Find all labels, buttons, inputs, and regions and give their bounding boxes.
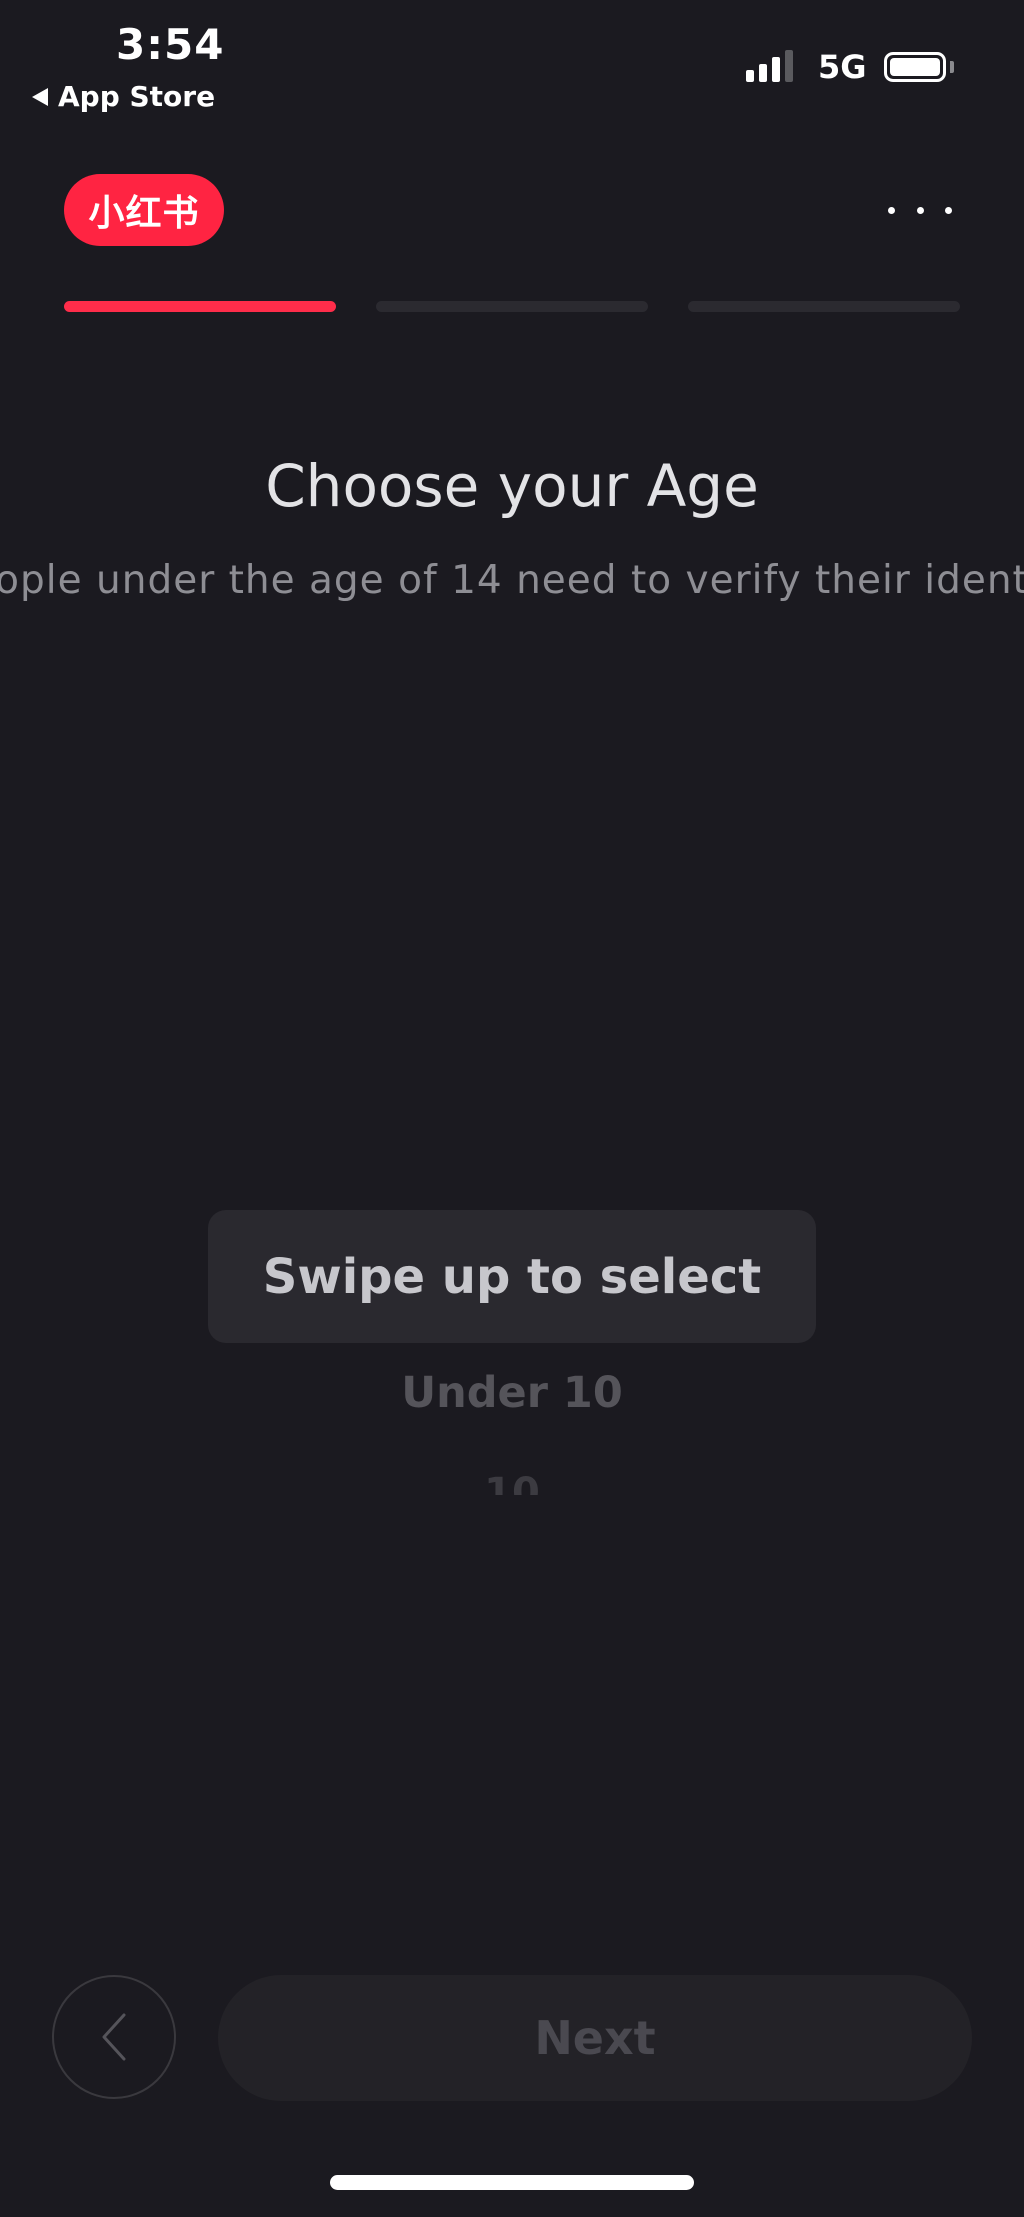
- back-app-label: App Store: [58, 80, 216, 113]
- cellular-signal-icon: [746, 50, 793, 82]
- page-subtitle: ople under the age of 14 need to verify …: [0, 558, 1024, 603]
- age-picker-option-wrapper: 10: [0, 1465, 1024, 1495]
- more-options-icon[interactable]: [888, 196, 952, 224]
- progress-step-1: [64, 301, 336, 312]
- back-to-app-store[interactable]: App Store: [32, 80, 215, 113]
- page-title: Choose your Age: [265, 452, 759, 520]
- age-picker-option[interactable]: Under 10: [0, 1368, 1024, 1418]
- back-button[interactable]: [52, 1975, 176, 2099]
- battery-cap: [950, 61, 954, 73]
- age-picker-selected[interactable]: Swipe up to select: [208, 1210, 816, 1343]
- app-logo: 小红书: [64, 174, 224, 246]
- battery-icon: [884, 52, 946, 82]
- progress-step-2: [376, 301, 648, 312]
- home-indicator[interactable]: [330, 2175, 694, 2190]
- progress-step-3: [688, 301, 960, 312]
- status-time: 3:54: [116, 20, 225, 69]
- age-picker-option[interactable]: 10: [0, 1465, 1024, 1495]
- next-button[interactable]: Next: [218, 1975, 972, 2101]
- chevron-left-icon: [102, 2013, 126, 2061]
- back-triangle-icon: [32, 87, 48, 106]
- network-type: 5G: [818, 48, 867, 86]
